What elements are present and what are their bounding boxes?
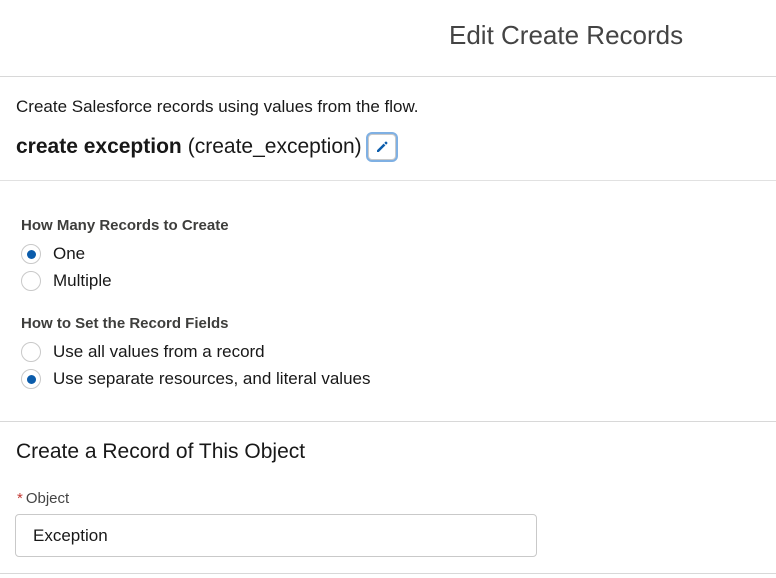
- radio-label: Multiple: [53, 271, 112, 290]
- object-input[interactable]: [15, 514, 537, 557]
- radio-multiple[interactable]: Multiple: [21, 271, 112, 291]
- panel-title: Edit Create Records: [449, 20, 684, 50]
- radio-use-separate-resources[interactable]: Use separate resources, and literal valu…: [21, 369, 371, 389]
- record-options: How Many Records to Create One Multiple …: [0, 182, 776, 422]
- required-marker: *: [17, 490, 23, 507]
- element-description: Create Salesforce records using values f…: [16, 97, 419, 116]
- radio-label: Use all values from a record: [53, 342, 265, 361]
- element-label: create exception: [16, 135, 182, 158]
- radio-button[interactable]: [21, 244, 41, 264]
- how-to-set-fields-label: How to Set the Record Fields: [21, 315, 229, 332]
- radio-button[interactable]: [21, 271, 41, 291]
- radio-selected-dot: [26, 374, 36, 384]
- radio-one[interactable]: One: [21, 244, 85, 264]
- edit-label-button[interactable]: [367, 134, 396, 160]
- radio-selected-dot: [26, 249, 36, 259]
- how-many-records-label: How Many Records to Create: [21, 217, 229, 234]
- object-label-text: Object: [25, 490, 70, 507]
- radio-button[interactable]: [21, 342, 41, 362]
- edit-create-records-panel: Edit Create Records Create Salesforce re…: [0, 0, 776, 578]
- section-title: Create a Record of This Object: [16, 440, 306, 463]
- object-field-label: * Object: [17, 490, 69, 507]
- radio-label: One: [53, 244, 86, 263]
- element-intro: Create Salesforce records using values f…: [0, 78, 776, 181]
- radio-label: Use separate resources, and literal valu…: [53, 369, 371, 388]
- object-section: Create a Record of This Object * Object: [0, 423, 776, 574]
- radio-button[interactable]: [21, 369, 41, 389]
- radio-use-all-values[interactable]: Use all values from a record: [21, 342, 265, 362]
- pencil-icon: [376, 141, 388, 152]
- panel-header: Edit Create Records: [0, 0, 776, 77]
- element-name-line: create exception (create_exception): [16, 134, 396, 160]
- element-api-name: (create_exception): [187, 135, 362, 158]
